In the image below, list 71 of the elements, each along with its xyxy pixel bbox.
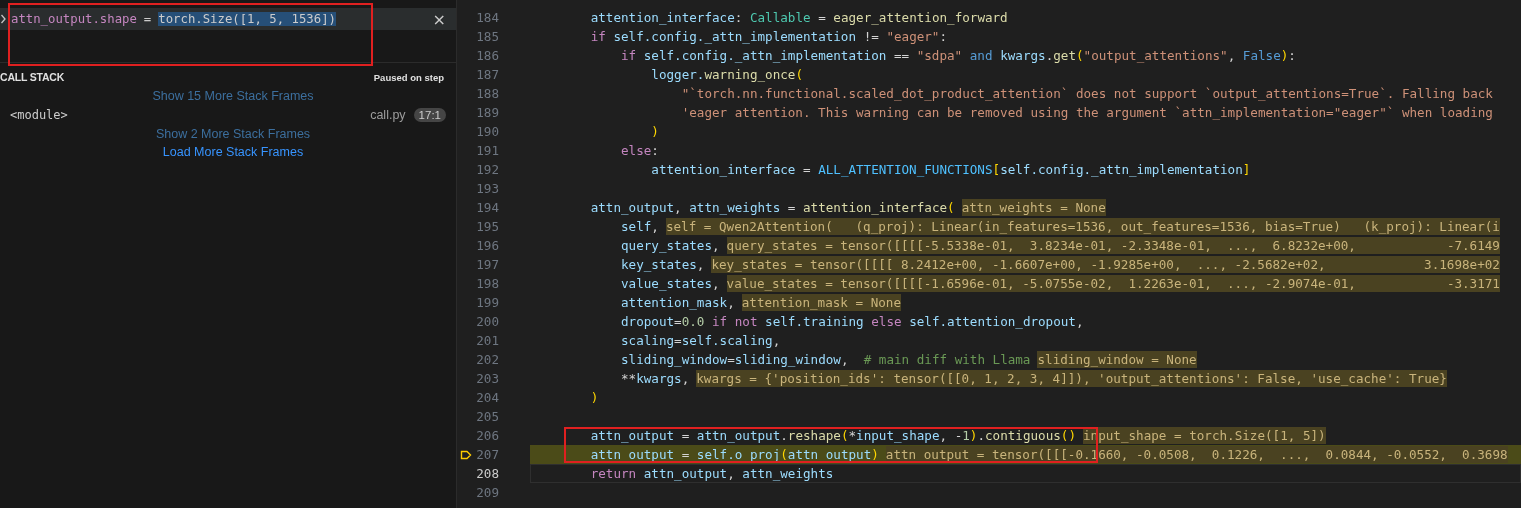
line-number: 192: [475, 162, 499, 177]
line-number: 191: [475, 143, 499, 158]
line-number: 194: [475, 200, 499, 215]
stack-frame-row[interactable]: <module> call.py 17:1: [0, 105, 456, 125]
line-number: 187: [475, 67, 499, 82]
load-more-frames-link[interactable]: Load More Stack Frames: [162, 145, 304, 159]
line-number: 209: [475, 485, 499, 500]
code-text: value_states,: [620, 276, 720, 291]
code-text: attention_interface: Callable = eager_attention_forward: [589, 10, 1008, 25]
inline-value: query_states = tensor([[[[-5.5338e-01, 3.8234e-01, -2.3348e-01, ..., 6.8232e+00, -7.6149: [726, 237, 1500, 254]
inline-value: value_states = tensor([[[[-1.6596e-01, -5.0755e-02, 1.2263e-01, ..., -2.9074e-01, -3.3171: [726, 275, 1500, 292]
code-text: logger.warning_once(: [650, 67, 803, 82]
code-text: attn_output, attn_weights = attention_interface(: [589, 200, 955, 215]
line-number: 196: [475, 238, 499, 253]
code-text: key_states,: [620, 257, 705, 272]
line-number: 193: [475, 181, 499, 196]
code-text: attention_interface = ALL_ATTENTION_FUNCTIONS[self.config._attn_implementation]: [650, 162, 1251, 177]
code-text: ): [650, 124, 659, 139]
inline-value: sliding_window = None: [1037, 351, 1197, 368]
code-text: 'eager attention. This warning can be removed using the argument `attn_implementation="eager"` when loading: [680, 105, 1493, 120]
line-number: 205: [475, 409, 499, 424]
watch-expression-row[interactable]: attn_output.shape = torch.Size([1, 5, 1536]) ×: [0, 8, 456, 30]
chevron-icon[interactable]: [1, 14, 6, 24]
line-number: 184: [475, 10, 499, 25]
code-text: if self.config._attn_implementation != "eager":: [589, 29, 948, 44]
line-number: 207: [475, 447, 499, 462]
line-number: 208: [475, 466, 499, 481]
line-number: 188: [475, 86, 499, 101]
frame-file: call.py: [370, 108, 406, 122]
line-number: 201: [475, 333, 499, 348]
code-text: self,: [620, 219, 659, 234]
code-text: scaling=self.scaling,: [620, 333, 781, 348]
watch-expression: attn_output.shape: [11, 12, 137, 26]
line-number: 203: [475, 371, 499, 386]
inline-value: attn_weights = None: [961, 199, 1106, 216]
frame-name: <module>: [10, 108, 68, 122]
line-number: 200: [475, 314, 499, 329]
code-text: else:: [620, 143, 659, 158]
line-number: 206: [475, 428, 499, 443]
current-line-arrow-icon: [460, 448, 472, 461]
close-button[interactable]: ×: [432, 9, 446, 29]
code-text: query_states,: [620, 238, 720, 253]
line-number: 186: [475, 48, 499, 63]
code-text: "`torch.nn.functional.scaled_dot_product_attention` does not support `output_attentions=True`. Falling back: [680, 86, 1493, 101]
code-text: if self.config._attn_implementation == "sdpa" and kwargs.get("output_attentions", False):: [620, 48, 1296, 63]
line-number: 195: [475, 219, 499, 234]
inline-value: self = Qwen2Attention( (q_proj): Linear(in_features=1536, out_features=1536, bias=True) (k_proj): Linear(i: [665, 218, 1500, 235]
code-text: return attn_output, attn_weights: [589, 466, 834, 481]
paused-status: Paused on step: [373, 71, 444, 83]
line-number: 190: [475, 124, 499, 139]
line-number: 204: [475, 390, 499, 405]
code-text: **kwargs,: [620, 371, 690, 386]
code-text: attn_output = self.o_proj(attn_output): [589, 447, 879, 462]
watch-operator: =: [143, 12, 152, 26]
inline-value: kwargs = {'position_ids': tensor([[0, 1, 2, 3, 4]]), 'output_attentions': False, 'use_cache': True}: [696, 370, 1447, 387]
code-text: ): [589, 390, 599, 405]
watch-value: torch.Size([1, 5, 1536]): [158, 12, 336, 26]
line-number: 202: [475, 352, 499, 367]
inline-value: key_states = tensor([[[[ 8.2412e+00, -1.6607e+00, -1.9285e+00, ..., -2.5682e+02, 3.1698e+02: [711, 256, 1500, 273]
code-text: sliding_window=sliding_window, # main diff with Llama: [620, 352, 1031, 367]
line-number: 199: [475, 295, 499, 310]
code-text: dropout=0.0 if not self.training else self.attention_dropout,: [620, 314, 1084, 329]
line-number: 185: [475, 29, 499, 44]
code-text: attention_mask,: [620, 295, 735, 310]
line-column-badge: 17:1: [413, 108, 446, 122]
line-number: 198: [475, 276, 499, 291]
line-number: 189: [475, 105, 499, 120]
code-text: attn_output = attn_output.reshape(*input_shape, -1).contiguous(): [589, 428, 1077, 443]
line-number: 197: [475, 257, 499, 272]
call-stack-title: CALL STACK: [0, 71, 65, 83]
inline-value: attention_mask = None: [741, 294, 901, 311]
